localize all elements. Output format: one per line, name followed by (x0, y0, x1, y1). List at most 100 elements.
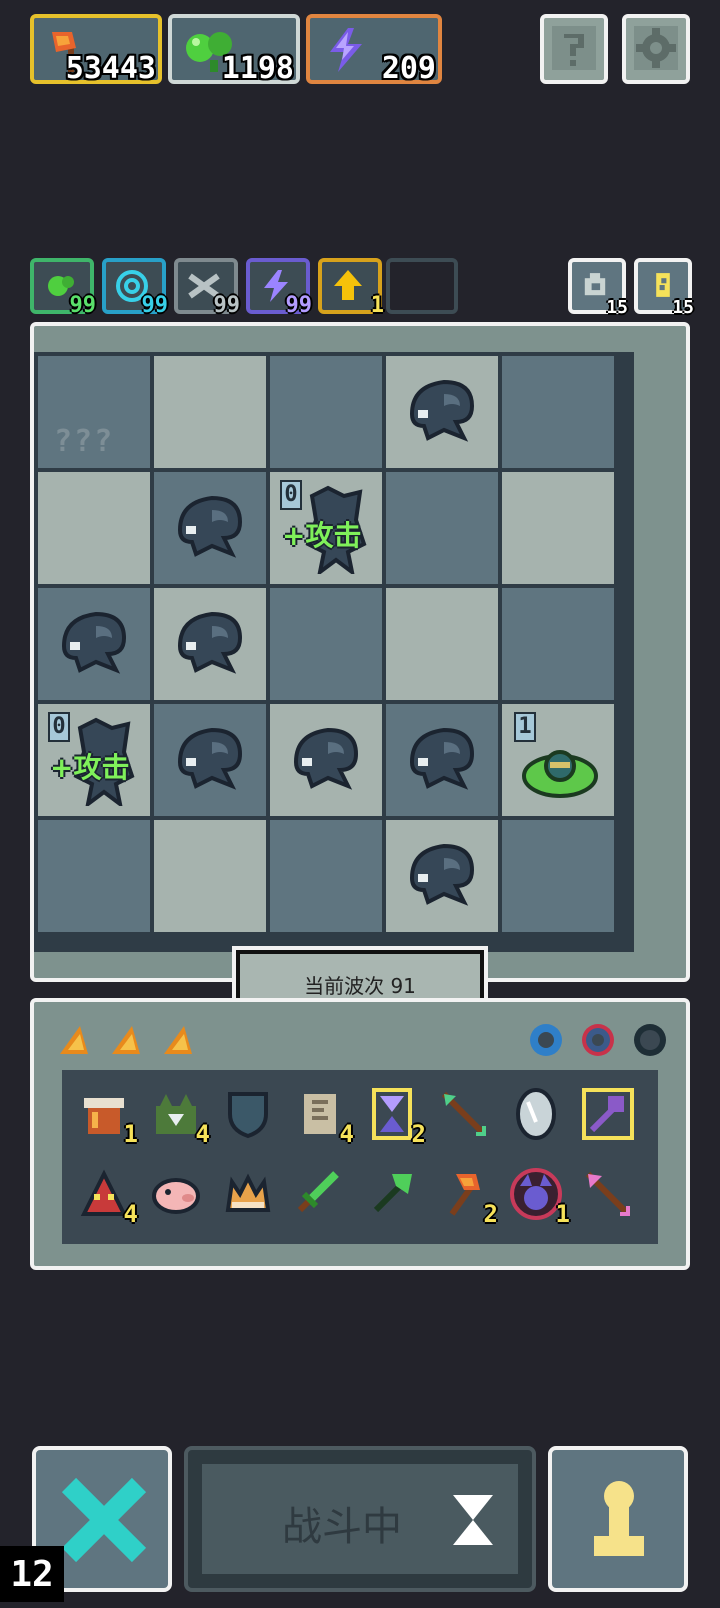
item-count: 4 (123, 1200, 138, 1228)
board-cell[interactable] (270, 356, 382, 468)
board-cell[interactable]: 0 +攻击 (38, 704, 150, 816)
indicator-sword[interactable]: 99 (174, 258, 240, 318)
potion-resource-value: 1198 (221, 51, 294, 86)
board-cell[interactable]: ??? (38, 356, 150, 468)
green-axe-icon (373, 1174, 412, 1213)
indicator-swirl[interactable]: 99 (102, 258, 168, 318)
inventory-item[interactable] (508, 1086, 564, 1142)
dark-bird-icon (409, 727, 475, 790)
orange-card-icon[interactable] (104, 1018, 148, 1062)
arrow-icon (441, 1091, 487, 1137)
gear-icon (634, 26, 678, 70)
item-count: 2 (411, 1120, 426, 1148)
indicator-count: 99 (141, 293, 169, 318)
unit-level: 0 (280, 480, 302, 510)
board-cell[interactable] (502, 472, 614, 584)
indicator-lightning[interactable]: 99 (246, 258, 312, 318)
inventory-item[interactable] (292, 1166, 348, 1222)
board-cell[interactable]: 1 (502, 704, 614, 816)
board-cell[interactable] (386, 356, 498, 468)
inventory-item[interactable]: 1 (508, 1166, 570, 1228)
speed-counter: 12 (0, 1546, 64, 1602)
board-cell[interactable] (502, 356, 614, 468)
board-cell[interactable] (386, 588, 498, 700)
board-cell[interactable] (38, 588, 150, 700)
inventory-item[interactable]: 2 (436, 1166, 498, 1228)
potion-resource: 1198 (168, 14, 300, 86)
inventory-item[interactable] (220, 1086, 276, 1142)
board-cell[interactable] (154, 588, 266, 700)
board-cell[interactable] (38, 820, 150, 932)
golden-key-icon (582, 1088, 634, 1140)
pawn-button[interactable] (548, 1446, 688, 1592)
fight-status-panel: 战斗中 (202, 1464, 518, 1574)
counter-refresh[interactable]: 15 (568, 258, 628, 318)
green-slime-icon (522, 750, 598, 798)
item-count: 1 (123, 1120, 138, 1148)
inventory-item[interactable] (580, 1086, 636, 1142)
mirror-icon (516, 1088, 556, 1140)
dark-bird-icon (293, 727, 359, 790)
attack-bonus-label: +攻击 (282, 519, 362, 552)
indicator-count: 99 (213, 293, 241, 318)
board-cell[interactable] (154, 356, 266, 468)
inventory-item[interactable]: 4 (292, 1086, 354, 1148)
inventory-item[interactable]: 4 (148, 1086, 210, 1148)
red-orb-icon[interactable] (578, 1020, 618, 1060)
fight-status-button[interactable]: 战斗中 (184, 1446, 536, 1592)
attack-bonus-label: +攻击 (50, 751, 130, 784)
indicator-count: 1 (370, 293, 384, 318)
inventory-item[interactable] (364, 1166, 420, 1222)
board-cell[interactable] (154, 704, 266, 816)
inventory-item[interactable] (220, 1166, 276, 1222)
inventory-item[interactable] (436, 1086, 492, 1142)
shield-icon (228, 1092, 268, 1139)
dark-bird-icon (61, 611, 127, 674)
board-cell[interactable]: 0 +攻击 (270, 472, 382, 584)
orange-card-icon[interactable] (156, 1018, 200, 1062)
board-cell[interactable] (154, 472, 266, 584)
dark-ring-icon[interactable] (630, 1020, 670, 1060)
inventory-item[interactable] (580, 1166, 636, 1222)
indicator-empty-slot (386, 258, 458, 314)
inventory-item[interactable]: 4 (76, 1166, 138, 1228)
axe-resource: 53443 (30, 14, 162, 86)
board-cell[interactable] (502, 588, 614, 700)
board-cell[interactable] (154, 820, 266, 932)
item-count: 2 (483, 1200, 498, 1228)
dark-bird-icon (177, 727, 243, 790)
inventory-item[interactable]: 2 (364, 1086, 426, 1148)
board-cell[interactable] (386, 820, 498, 932)
orange-card-icon[interactable] (52, 1018, 96, 1062)
settings-button[interactable] (622, 14, 690, 84)
blue-orb-icon[interactable] (526, 1020, 566, 1060)
board-cell[interactable] (502, 820, 614, 932)
game-board: ??? 0 +攻击 0 +攻击 1 (34, 352, 634, 952)
lightning-icon (330, 28, 362, 72)
dark-bird-icon (177, 611, 243, 674)
board-cell[interactable] (270, 820, 382, 932)
item-count: 4 (195, 1120, 210, 1148)
pink-arrow-icon (585, 1171, 631, 1217)
item-count: 1 (555, 1200, 570, 1228)
board-cell[interactable] (270, 704, 382, 816)
counter-energy[interactable]: 15 (634, 258, 694, 318)
board-cell[interactable] (386, 704, 498, 816)
dark-bird-icon (409, 843, 475, 906)
unit-level: 0 (48, 712, 70, 742)
board-cell[interactable] (270, 588, 382, 700)
board-cell[interactable] (386, 472, 498, 584)
item-count: 4 (339, 1120, 354, 1148)
inventory-item[interactable] (148, 1166, 204, 1222)
pawn-icon (594, 1481, 644, 1556)
indicator-upgrade[interactable]: 1 (318, 258, 384, 318)
board-cell[interactable] (38, 472, 150, 584)
inventory-item[interactable]: 1 (76, 1086, 138, 1148)
indicator-green-orb[interactable]: 99 (30, 258, 96, 318)
energy-resource-value: 209 (381, 51, 436, 86)
close-icon (61, 1477, 147, 1563)
unknown-cell-label: ??? (54, 424, 115, 459)
help-button[interactable] (540, 14, 608, 84)
inventory-grid: 1 4 4 2 4 2 1 (62, 1070, 658, 1244)
counter-energy-value: 15 (672, 297, 694, 318)
